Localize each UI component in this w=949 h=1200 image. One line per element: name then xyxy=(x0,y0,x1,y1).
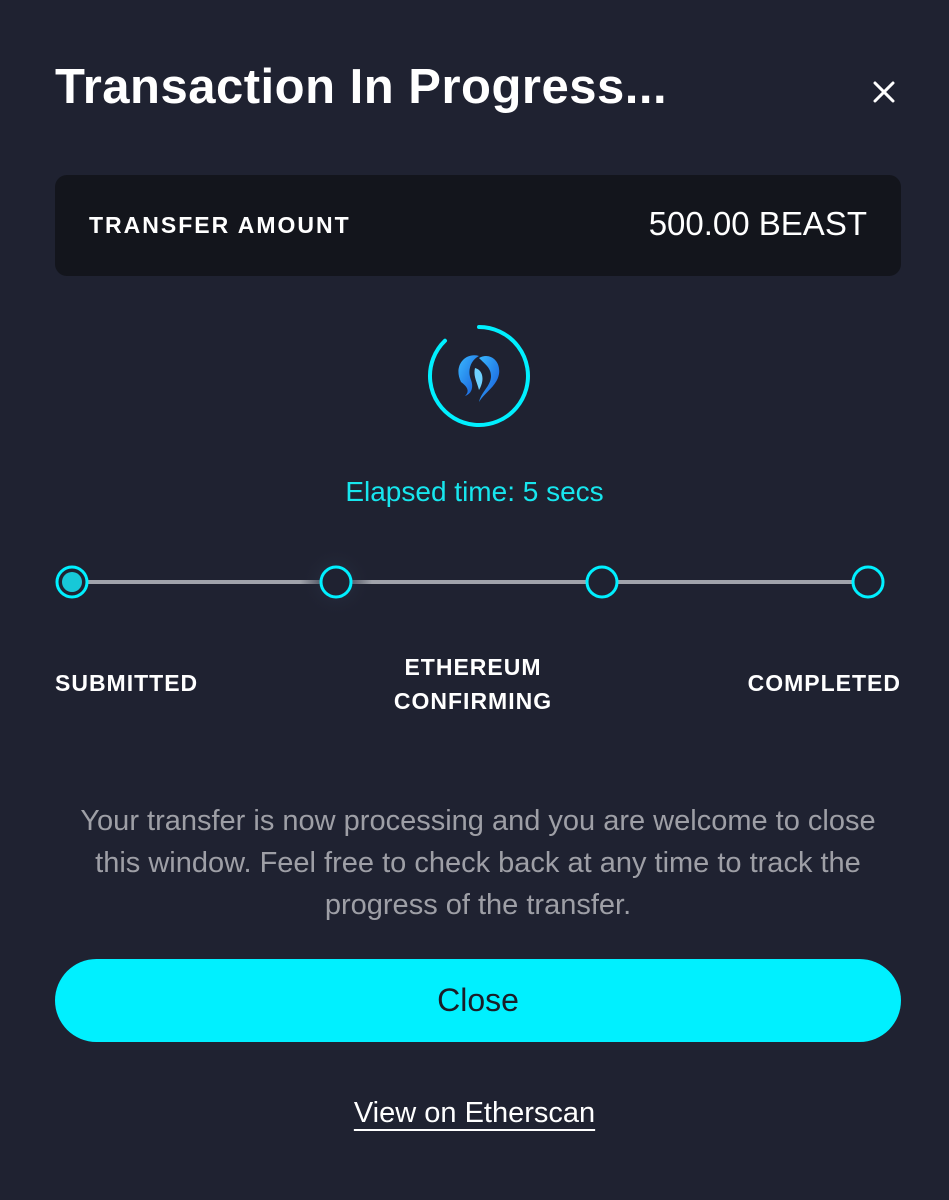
step-label-completed: COMPLETED xyxy=(747,670,901,696)
step-node-completed xyxy=(851,565,885,599)
step-node-confirming xyxy=(319,565,353,599)
dialog-title: Transaction In Progress... xyxy=(55,60,668,114)
elapsed-time: Elapsed time: 5 secs xyxy=(345,476,604,507)
transfer-amount-label: TRANSFER AMOUNT xyxy=(89,212,351,238)
step-label-submitted: SUBMITTED xyxy=(55,670,199,696)
view-on-etherscan-link[interactable]: View on Etherscan xyxy=(354,1097,595,1129)
etherscan-link-container: View on Etherscan xyxy=(0,1097,949,1130)
info-message: Your transfer is now processing and you … xyxy=(80,805,876,921)
step-label-ethereum-confirming: ETHEREUM CONFIRMING xyxy=(393,654,553,714)
token-spinner-icon xyxy=(425,322,533,430)
close-button[interactable]: Close xyxy=(55,959,901,1042)
progress-stepper xyxy=(55,546,885,618)
transfer-amount-value: 500.00 BEAST xyxy=(648,205,867,242)
transfer-amount-panel: TRANSFER AMOUNT 500.00 BEAST xyxy=(55,175,901,276)
close-icon[interactable] xyxy=(866,74,902,110)
transaction-dialog: Transaction In Progress... TRANSFER AMOU… xyxy=(0,0,949,1200)
step-node-submitted xyxy=(55,565,89,599)
step-node-intermediate xyxy=(585,565,619,599)
